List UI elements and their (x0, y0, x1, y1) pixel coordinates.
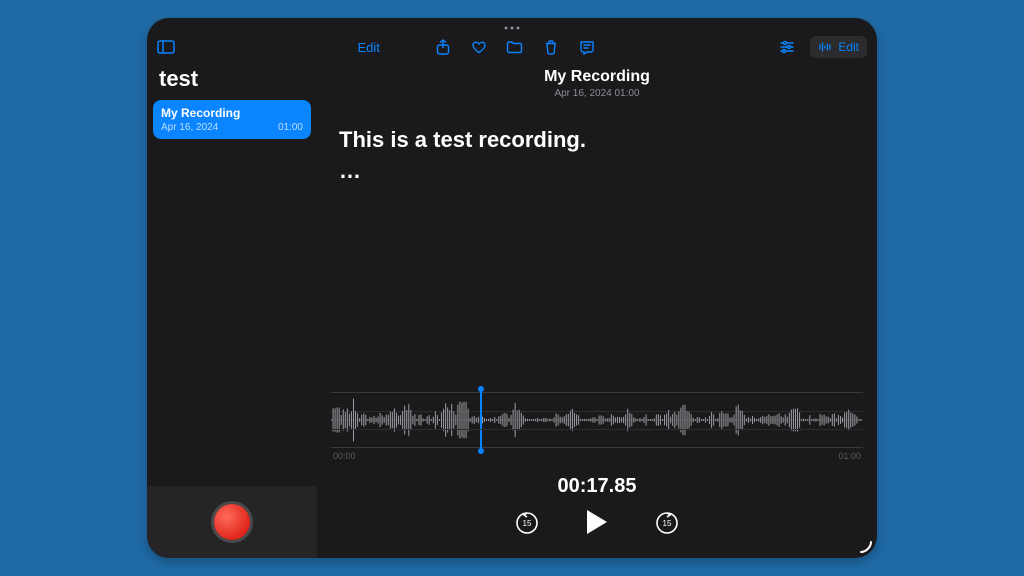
top-toolbar: Edit Edit (147, 32, 877, 62)
app-window: Edit Edit (147, 18, 877, 558)
favorite-icon[interactable] (470, 38, 488, 56)
record-bar (147, 486, 317, 558)
share-icon[interactable] (434, 38, 452, 56)
edit-waveform-button[interactable]: Edit (810, 36, 867, 58)
svg-text:15: 15 (663, 519, 672, 528)
recording-list-item[interactable]: My Recording Apr 16, 2024 01:00 (153, 100, 311, 139)
multitask-handle-icon[interactable] (494, 22, 530, 34)
edit-waveform-label: Edit (838, 40, 859, 54)
edit-button[interactable]: Edit (357, 40, 379, 55)
time-end-label: 01:00 (838, 451, 861, 461)
skip-back-button[interactable]: 15 (514, 509, 540, 535)
play-button[interactable] (584, 508, 610, 536)
transcript-text: This is a test recording. … (339, 125, 863, 187)
playhead[interactable] (480, 389, 482, 451)
folder-icon[interactable] (506, 38, 524, 56)
transcript-line: This is a test recording. (339, 125, 863, 156)
transcript-icon[interactable] (578, 38, 596, 56)
recording-duration: 01:00 (278, 122, 303, 133)
current-time: 00:17.85 (331, 475, 863, 498)
skip-forward-button[interactable]: 15 (654, 509, 680, 535)
transcript-continuation: … (339, 156, 863, 187)
svg-text:15: 15 (523, 519, 532, 528)
sidebar-toggle-icon[interactable] (157, 38, 175, 56)
sidebar: test My Recording Apr 16, 2024 01:00 (147, 62, 317, 558)
record-button[interactable] (214, 504, 250, 540)
recording-date: Apr 16, 2024 (161, 122, 218, 133)
resize-handle-icon[interactable] (859, 540, 873, 554)
options-icon[interactable] (778, 38, 796, 56)
folder-title: test (147, 62, 317, 98)
main-panel: My Recording Apr 16, 2024 01:00 This is … (317, 62, 877, 558)
trash-icon[interactable] (542, 38, 560, 56)
recording-subtitle: Apr 16, 2024 01:00 (331, 88, 863, 99)
waveform-icon (331, 393, 863, 447)
recording-name: My Recording (161, 106, 303, 120)
recording-title: My Recording (331, 68, 863, 86)
transport-controls: 15 15 (331, 508, 863, 554)
time-start-label: 00:00 (333, 451, 356, 461)
waveform-scrubber[interactable] (331, 392, 863, 448)
